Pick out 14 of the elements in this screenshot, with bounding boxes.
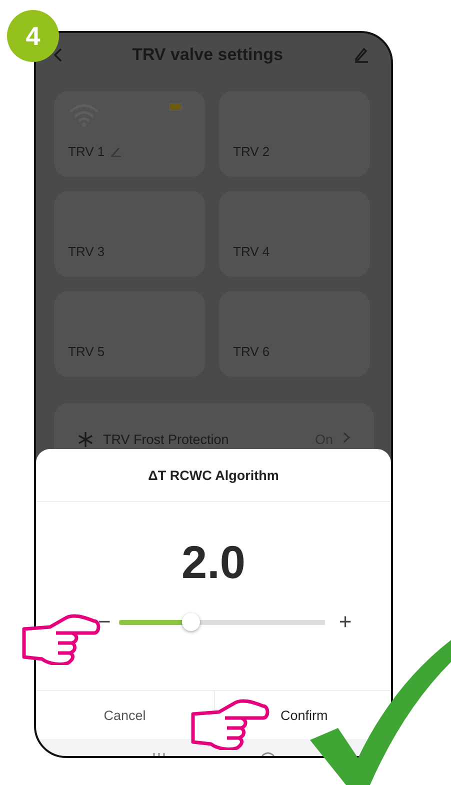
value-display: 2.0 <box>180 535 246 589</box>
back-icon[interactable] <box>54 48 62 62</box>
chevron-right-icon <box>343 432 350 443</box>
increase-button[interactable]: + <box>338 612 352 632</box>
edit-icon[interactable] <box>110 146 121 156</box>
nav-menu-icon[interactable] <box>152 752 166 756</box>
nav-home-icon[interactable] <box>261 752 275 756</box>
dialog-title: ΔT RCWC Algorithm <box>36 449 391 502</box>
battery-icon <box>169 103 183 111</box>
decrease-button[interactable]: − <box>98 612 111 632</box>
slider-thumb[interactable] <box>182 613 200 631</box>
edit-icon[interactable] <box>352 47 369 63</box>
snowflake-icon <box>78 432 93 447</box>
step-number-badge: 4 <box>7 10 59 62</box>
